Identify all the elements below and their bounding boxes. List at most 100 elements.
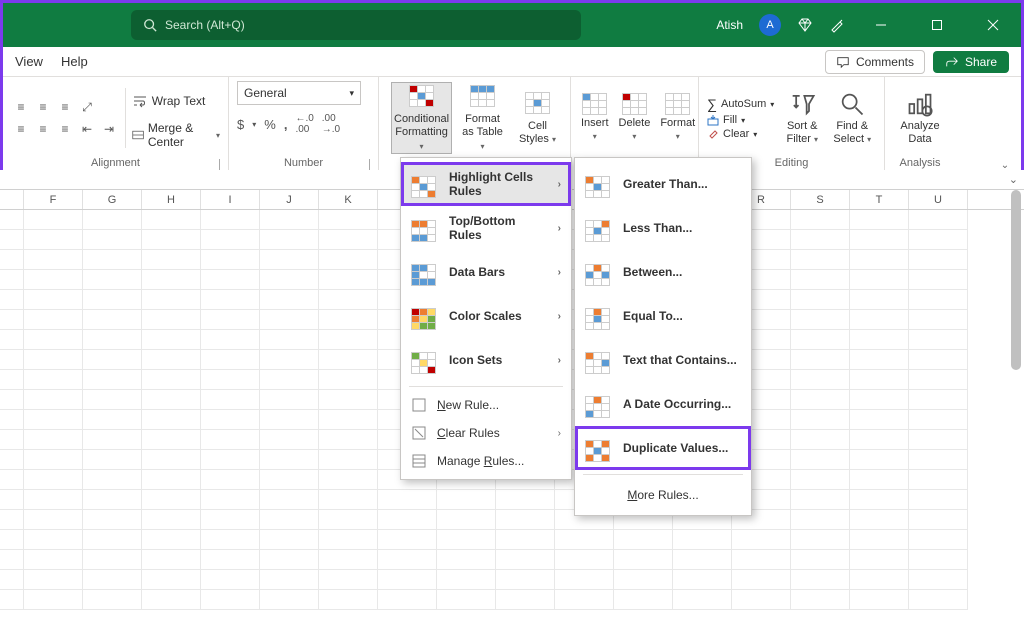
align-top-button[interactable]: ≡	[11, 97, 31, 117]
menu-data-bars[interactable]: Data Bars›	[401, 250, 571, 294]
format-table-icon	[470, 85, 495, 107]
user-name[interactable]: Atish	[716, 18, 743, 32]
text-contains-icon	[585, 352, 610, 374]
align-right-button[interactable]: ≡	[55, 119, 75, 139]
sort-filter-button[interactable]: Sort & Filter ▾	[780, 82, 824, 154]
find-icon	[838, 90, 866, 118]
vertical-scrollbar[interactable]	[1010, 190, 1022, 630]
increase-decimal-button[interactable]: ←.0.00	[295, 113, 313, 135]
group-number-label: Number	[284, 157, 323, 169]
menu-highlight-cells-rules[interactable]: Highlight Cells Rules›	[401, 162, 571, 206]
close-button[interactable]	[973, 5, 1013, 45]
minimize-button[interactable]	[861, 5, 901, 45]
merge-center-button[interactable]: Merge & Center ▾	[132, 121, 220, 149]
menu-top-bottom-rules[interactable]: Top/Bottom Rules›	[401, 206, 571, 250]
percent-button[interactable]: %	[264, 117, 276, 132]
col-header[interactable]: S	[791, 190, 850, 209]
decrease-indent-button[interactable]: ⇤	[77, 119, 97, 139]
align-middle-button[interactable]: ≡	[33, 97, 53, 117]
format-as-table-button[interactable]: Format as Table ▾	[458, 82, 507, 154]
fill-button[interactable]: Fill ▾	[707, 114, 774, 126]
format-button[interactable]: Format▾	[658, 82, 697, 154]
cell-styles-button[interactable]: Cell Styles ▾	[513, 82, 562, 154]
col-header[interactable]: H	[142, 190, 201, 209]
cell-styles-icon	[525, 92, 550, 114]
group-number: General▾ $▾ % , ←.0.00 .00→.0 Number	[229, 77, 379, 173]
menu-more-rules[interactable]: More Rules...	[575, 479, 751, 511]
analyze-data-button[interactable]: Analyze Data	[893, 82, 947, 154]
menu-less-than[interactable]: Less Than...	[575, 206, 751, 250]
merge-icon	[132, 127, 144, 143]
menu-greater-than[interactable]: Greater Than...	[575, 162, 751, 206]
analyze-icon	[906, 90, 934, 118]
menu-between[interactable]: Between...	[575, 250, 751, 294]
manage-rules-icon	[411, 453, 427, 469]
align-center-button[interactable]: ≡	[33, 119, 53, 139]
align-left-button[interactable]: ≡	[11, 119, 31, 139]
find-select-button[interactable]: Find & Select ▾	[830, 82, 874, 154]
insert-button[interactable]: Insert▾	[579, 82, 611, 154]
menu-clear-rules[interactable]: Clear Rules›	[401, 419, 571, 447]
menu-text-contains[interactable]: Text that Contains...	[575, 338, 751, 382]
col-header[interactable]: T	[850, 190, 909, 209]
search-placeholder: Search (Alt+Q)	[165, 18, 245, 32]
comment-icon	[836, 55, 850, 69]
menu-manage-rules[interactable]: Manage Rules...	[401, 447, 571, 475]
group-editing-label: Editing	[775, 157, 809, 169]
menu-new-rule[interactable]: New Rule...	[401, 391, 571, 419]
group-alignment: ≡ ≡ ≡ ⤢ ≡ ≡ ≡ ⇤ ⇥ Wrap Text	[3, 77, 229, 173]
highlight-cells-submenu: Greater Than... Less Than... Between... …	[574, 157, 752, 516]
col-header[interactable]: I	[201, 190, 260, 209]
delete-button[interactable]: Delete▾	[617, 82, 653, 154]
insert-icon	[582, 93, 607, 115]
diamond-icon[interactable]	[797, 17, 813, 33]
between-icon	[585, 264, 610, 286]
menu-date-occurring[interactable]: A Date Occurring...	[575, 382, 751, 426]
wrap-text-button[interactable]: Wrap Text	[132, 87, 220, 115]
user-avatar[interactable]: A	[759, 14, 781, 36]
col-header[interactable]: U	[909, 190, 968, 209]
maximize-button[interactable]	[917, 5, 957, 45]
share-button[interactable]: Share	[933, 51, 1009, 73]
titlebar: Search (Alt+Q) Atish A	[3, 3, 1021, 47]
date-occurring-icon	[585, 396, 610, 418]
less-than-icon	[585, 220, 610, 242]
conditional-formatting-button[interactable]: Conditional Formatting ▾	[391, 82, 452, 154]
menu-duplicate-values[interactable]: Duplicate Values...	[575, 426, 751, 470]
number-format-combo[interactable]: General▾	[237, 81, 361, 105]
clear-icon	[707, 128, 719, 140]
col-header[interactable]: K	[319, 190, 378, 209]
col-header[interactable]: J	[260, 190, 319, 209]
decrease-decimal-button[interactable]: .00→.0	[322, 113, 340, 135]
colorscales-icon	[411, 308, 436, 330]
greater-than-icon	[585, 176, 610, 198]
currency-button[interactable]: $	[237, 117, 244, 132]
search-icon	[143, 18, 157, 32]
select-all-corner[interactable]	[0, 190, 24, 209]
align-bottom-button[interactable]: ≡	[55, 97, 75, 117]
col-header[interactable]: G	[83, 190, 142, 209]
conditional-formatting-menu: Highlight Cells Rules› Top/Bottom Rules›…	[400, 157, 572, 480]
topbottom-icon	[411, 220, 436, 242]
menu-color-scales[interactable]: Color Scales›	[401, 294, 571, 338]
clear-button[interactable]: Clear ▾	[707, 128, 774, 140]
autosum-button[interactable]: ∑AutoSum ▾	[707, 96, 774, 112]
conditional-formatting-icon	[409, 85, 434, 107]
wrap-text-icon	[132, 93, 148, 109]
fill-icon	[707, 114, 719, 126]
titlebar-right: Atish A	[716, 5, 1013, 45]
orientation-button[interactable]: ⤢	[77, 97, 97, 117]
pen-icon[interactable]	[829, 17, 845, 33]
comma-button[interactable]: ,	[284, 117, 288, 132]
search-box[interactable]: Search (Alt+Q)	[131, 10, 581, 40]
new-rule-icon	[411, 397, 427, 413]
comments-button[interactable]: Comments	[825, 50, 925, 74]
col-header[interactable]: F	[24, 190, 83, 209]
increase-indent-button[interactable]: ⇥	[99, 119, 119, 139]
delete-icon	[622, 93, 647, 115]
menu-icon-sets[interactable]: Icon Sets›	[401, 338, 571, 382]
duplicate-values-icon	[585, 440, 610, 462]
tab-help[interactable]: Help	[61, 54, 88, 69]
menu-equal-to[interactable]: Equal To...	[575, 294, 751, 338]
tab-view[interactable]: View	[15, 54, 43, 69]
